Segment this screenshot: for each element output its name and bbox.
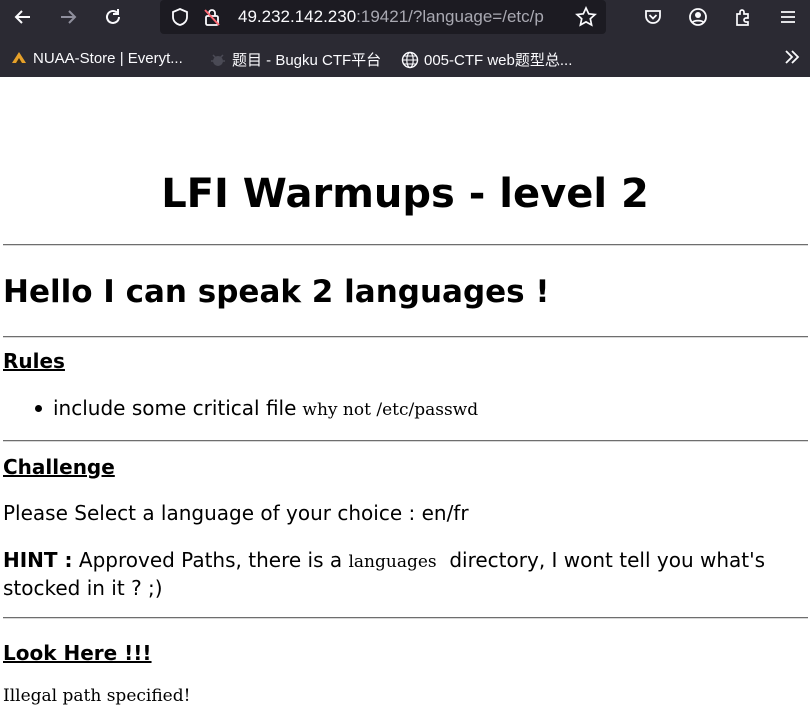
extensions-icon[interactable]	[731, 6, 755, 28]
hint-code: languages	[348, 552, 437, 572]
bugku-favicon-icon	[209, 51, 227, 69]
insecure-lock-icon[interactable]	[200, 6, 224, 28]
browser-toolbar: 49.232.142.230:19421/?language=/etc/p	[0, 0, 810, 36]
rule-code: why not /etc/passwd	[302, 400, 479, 420]
bookmark-ctf-web[interactable]: 005-CTF web题型总...	[401, 49, 572, 70]
rule-text: include some critical file	[53, 396, 297, 420]
hint-text-before: Approved Paths, there is a	[78, 548, 343, 572]
divider	[3, 617, 808, 619]
bookmark-bugku[interactable]: 题目 - Bugku CTF平台	[209, 49, 381, 70]
reload-icon[interactable]	[101, 6, 125, 28]
account-icon[interactable]	[686, 6, 710, 28]
more-bookmarks-icon[interactable]	[780, 46, 804, 68]
url-path: :19421/?language=/etc/p	[356, 7, 544, 26]
page-subtitle: Hello I can speak 2 languages !	[3, 274, 550, 310]
divider	[3, 440, 808, 442]
divider	[3, 244, 808, 246]
pocket-icon[interactable]	[641, 6, 665, 28]
shield-icon[interactable]	[168, 6, 192, 28]
bullet-icon	[35, 405, 42, 412]
page-title: LFI Warmups - level 2	[161, 171, 649, 217]
divider	[3, 336, 808, 338]
challenge-text: Please Select a language of your choice …	[3, 501, 469, 525]
page-content: LFI Warmups - level 2 Hello I can speak …	[0, 77, 810, 721]
url-text[interactable]: 49.232.142.230:19421/?language=/etc/p	[238, 7, 568, 27]
menu-icon[interactable]	[776, 6, 800, 28]
url-host: 49.232.142.230	[238, 7, 357, 26]
bookmark-label: NUAA-Store | Everyt...	[33, 49, 183, 67]
browser-chrome: 49.232.142.230:19421/?language=/etc/p NU…	[0, 0, 810, 77]
bookmark-label: 题目 - Bugku CTF平台	[232, 52, 382, 69]
rules-list-item: include some critical file why not /etc/…	[35, 396, 478, 422]
look-here-heading: Look Here !!!	[3, 641, 152, 665]
hint-label: HINT :	[3, 548, 73, 572]
challenge-heading: Challenge	[3, 455, 115, 479]
rules-heading: Rules	[3, 349, 65, 373]
include-output: Illegal path specified!	[3, 686, 191, 706]
address-bar[interactable]: 49.232.142.230:19421/?language=/etc/p	[160, 0, 606, 34]
bookmarks-bar: NUAA-Store | Everyt... 题目 - Bugku CTF平台 …	[0, 40, 810, 76]
back-icon[interactable]	[11, 6, 35, 28]
hint-paragraph: HINT : Approved Paths, there is a langua…	[3, 547, 809, 601]
bookmark-label: 005-CTF web题型总...	[424, 52, 573, 69]
bookmark-star-icon[interactable]	[574, 6, 598, 28]
globe-icon	[401, 51, 419, 69]
forward-icon[interactable]	[56, 6, 80, 28]
store-favicon-icon	[10, 49, 28, 67]
bookmark-nuaa-store[interactable]: NUAA-Store | Everyt...	[10, 49, 183, 67]
